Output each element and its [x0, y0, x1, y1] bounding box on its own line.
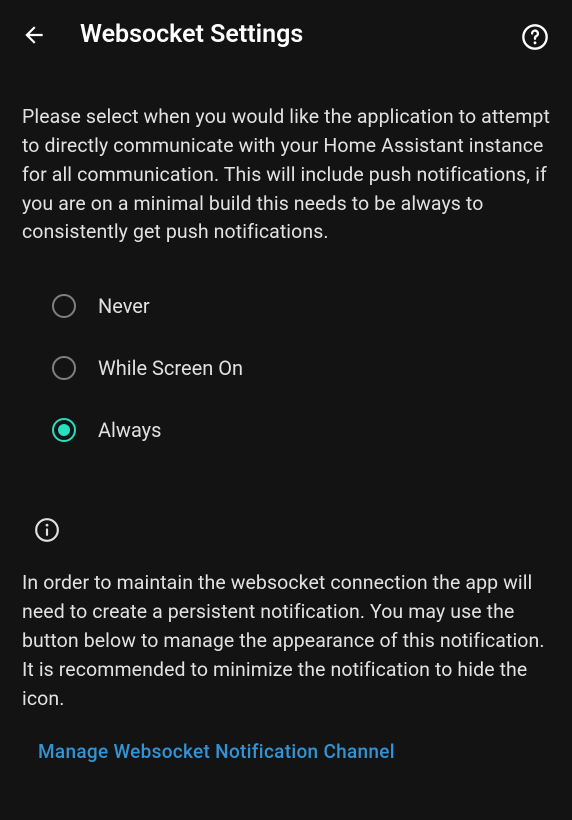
info-icon [34, 517, 60, 543]
radio-option-never[interactable]: Never [52, 275, 550, 337]
manage-notification-button[interactable]: Manage Websocket Notification Channel [30, 714, 550, 763]
radio-group: Never While Screen On Always [22, 271, 550, 461]
info-text: In order to maintain the websocket conne… [22, 569, 550, 713]
radio-label: While Screen On [98, 356, 243, 380]
radio-label: Always [98, 418, 161, 442]
back-icon[interactable] [20, 21, 48, 49]
help-icon[interactable] [520, 22, 550, 52]
radio-button [52, 356, 76, 380]
radio-button [52, 294, 76, 318]
description-text: Please select when you would like the ap… [22, 103, 550, 247]
header: Websocket Settings [0, 0, 572, 67]
radio-label: Never [98, 294, 150, 318]
radio-option-always[interactable]: Always [52, 399, 550, 461]
radio-option-while-screen-on[interactable]: While Screen On [52, 337, 550, 399]
content: Please select when you would like the ap… [0, 67, 572, 461]
info-section: In order to maintain the websocket conne… [0, 461, 572, 762]
page-title: Websocket Settings [80, 20, 303, 49]
radio-button [52, 418, 76, 442]
